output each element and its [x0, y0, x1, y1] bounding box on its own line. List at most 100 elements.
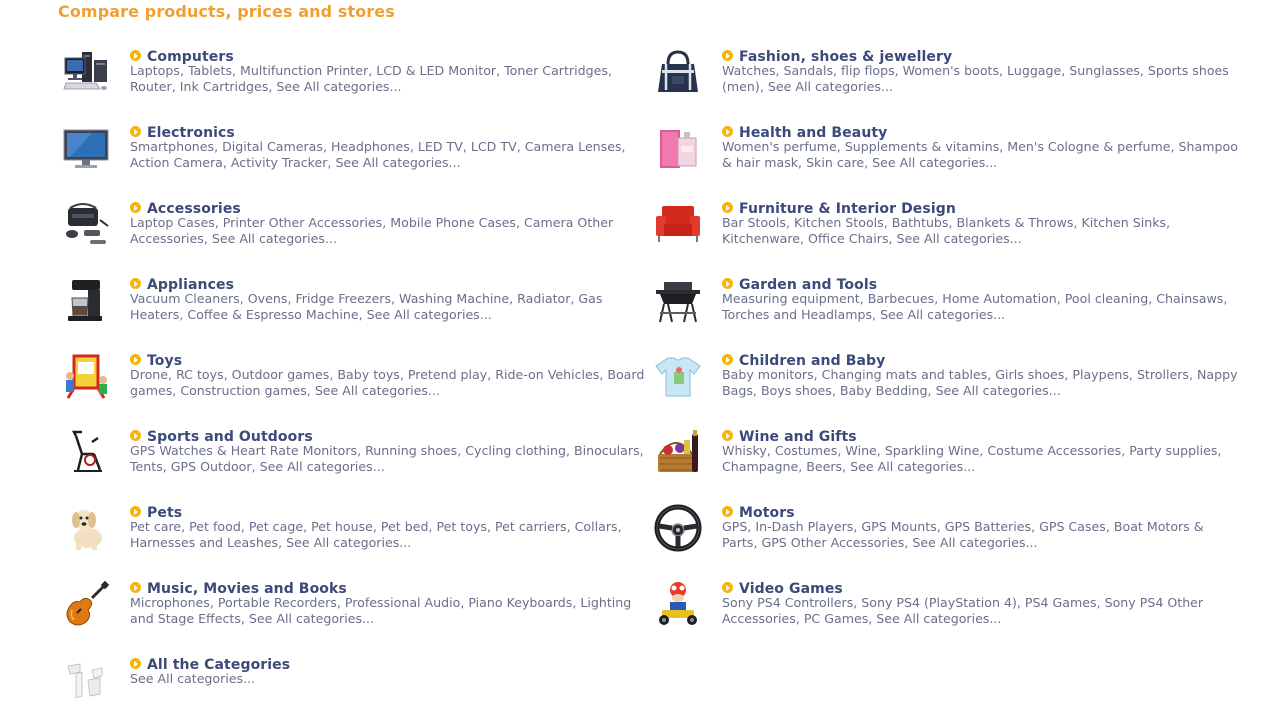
- subcategory-link[interactable]: Baby Bedding: [840, 383, 928, 398]
- subcategory-link[interactable]: Torches and Headlamps: [722, 307, 872, 322]
- subcategory-link[interactable]: GPS Outdoor: [171, 459, 252, 474]
- subcategory-link[interactable]: Laptop Cases: [130, 215, 215, 230]
- barbecue-grill-icon[interactable]: [654, 276, 702, 324]
- subcategory-link[interactable]: Camera Lenses: [525, 139, 622, 154]
- subcategory-link[interactable]: Drone: [130, 367, 168, 382]
- subcategory-link[interactable]: Running shoes: [365, 443, 457, 458]
- see-all-categories-link[interactable]: See All categories...: [880, 307, 1005, 322]
- subcategory-link[interactable]: Women's boots: [903, 63, 999, 78]
- subcategory-link[interactable]: Pet care: [130, 519, 181, 534]
- subcategory-link[interactable]: Washing Machine: [399, 291, 509, 306]
- subcategory-link[interactable]: Blankets & Throws: [957, 215, 1074, 230]
- subcategory-link[interactable]: Sony PS4 Controllers: [722, 595, 853, 610]
- subcategory-link[interactable]: Boys shoes: [761, 383, 832, 398]
- subcategory-link[interactable]: Strollers: [1137, 367, 1189, 382]
- subcategory-link[interactable]: Piano Keyboards: [468, 595, 572, 610]
- puppy-icon[interactable]: [62, 504, 110, 552]
- subcategory-link[interactable]: GPS Cases: [1039, 519, 1106, 534]
- subcategory-link[interactable]: Beers: [806, 459, 842, 474]
- handbag-icon[interactable]: [654, 48, 702, 96]
- subcategory-link[interactable]: Luggage: [1007, 63, 1061, 78]
- see-all-categories-link[interactable]: See All categories...: [315, 383, 440, 398]
- subcategory-link[interactable]: Whisky: [722, 443, 767, 458]
- see-all-categories-link[interactable]: See All categories...: [249, 611, 374, 626]
- coffee-maker-icon[interactable]: [62, 276, 110, 324]
- subcategory-link[interactable]: Bathtubs: [892, 215, 949, 230]
- steering-wheel-icon[interactable]: [654, 504, 702, 552]
- subcategory-link[interactable]: RC toys: [176, 367, 224, 382]
- subcategory-link[interactable]: Fridge Freezers: [295, 291, 391, 306]
- subcategory-link[interactable]: Pet toys: [437, 519, 488, 534]
- subcategory-link[interactable]: Measuring equipment: [722, 291, 860, 306]
- subcategory-link[interactable]: Toner Cartridges: [504, 63, 608, 78]
- subcategory-link[interactable]: Pet food: [189, 519, 241, 534]
- subcategory-link[interactable]: Cycling clothing: [465, 443, 566, 458]
- subcategory-link[interactable]: LED TV: [418, 139, 463, 154]
- see-all-categories-link[interactable]: See All categories...: [367, 307, 492, 322]
- see-all-categories-link[interactable]: See All categories...: [130, 671, 255, 686]
- see-all-categories-link[interactable]: See All categories...: [276, 79, 401, 94]
- subcategory-link[interactable]: Outdoor games: [232, 367, 330, 382]
- subcategory-link[interactable]: In-Dash Players: [755, 519, 853, 534]
- subcategory-link[interactable]: Girls shoes: [995, 367, 1064, 382]
- subcategory-link[interactable]: Radiator: [517, 291, 570, 306]
- subcategory-link[interactable]: Vacuum Cleaners: [130, 291, 240, 306]
- subcategory-link[interactable]: Printer Other Accessories: [223, 215, 382, 230]
- subcategory-link[interactable]: Kitchen Stools: [794, 215, 884, 230]
- subcategory-link[interactable]: Barbecues: [868, 291, 935, 306]
- electric-guitar-icon[interactable]: [62, 580, 110, 628]
- subcategory-link[interactable]: Sparkling Wine: [885, 443, 980, 458]
- subcategory-link[interactable]: Costumes: [775, 443, 838, 458]
- subcategory-link[interactable]: Bar Stools: [722, 215, 786, 230]
- subcategory-link[interactable]: Playpens: [1072, 367, 1129, 382]
- subcategory-link[interactable]: Sunglasses: [1069, 63, 1140, 78]
- kart-racer-icon[interactable]: [654, 580, 702, 628]
- see-all-categories-link[interactable]: See All categories...: [260, 459, 385, 474]
- subcategory-link[interactable]: Portable Recorders: [218, 595, 337, 610]
- subcategory-link[interactable]: Office Chairs: [808, 231, 889, 246]
- subcategory-link[interactable]: Activity Tracker: [231, 155, 328, 170]
- subcategory-link[interactable]: Action Camera: [130, 155, 223, 170]
- subcategory-link[interactable]: flip flops: [841, 63, 895, 78]
- subcategory-link[interactable]: Collars: [575, 519, 618, 534]
- subcategory-link[interactable]: Baby toys: [337, 367, 399, 382]
- toy-easel-icon[interactable]: [62, 352, 110, 400]
- see-all-categories-link[interactable]: See All categories...: [876, 611, 1001, 626]
- subcategory-link[interactable]: Baby monitors: [722, 367, 814, 382]
- subcategory-link[interactable]: Pet house: [311, 519, 373, 534]
- subcategory-link[interactable]: Supplements & vitamins: [845, 139, 999, 154]
- subcategory-link[interactable]: Changing mats and tables: [822, 367, 988, 382]
- camera-bag-icon[interactable]: [62, 200, 110, 248]
- subcategory-link[interactable]: Pet bed: [381, 519, 429, 534]
- subcategory-link[interactable]: Party supplies: [1129, 443, 1217, 458]
- see-all-categories-link[interactable]: See All categories...: [850, 459, 975, 474]
- subcategory-link[interactable]: Men's Cologne & perfume: [1007, 139, 1170, 154]
- subcategory-link[interactable]: GPS Watches & Heart Rate Monitors: [130, 443, 357, 458]
- subcategory-link[interactable]: Coffee & Espresso Machine: [187, 307, 358, 322]
- subcategory-link[interactable]: Smartphones: [130, 139, 214, 154]
- subcategory-link[interactable]: GPS Mounts: [861, 519, 936, 534]
- subcategory-link[interactable]: Pet carriers: [495, 519, 567, 534]
- subcategory-link[interactable]: Skin care: [806, 155, 864, 170]
- all-categories-icon[interactable]: [62, 656, 110, 704]
- see-all-categories-link[interactable]: See All categories...: [912, 535, 1037, 550]
- subcategory-link[interactable]: Mobile Phone Cases: [390, 215, 516, 230]
- see-all-categories-link[interactable]: See All categories...: [936, 383, 1061, 398]
- subcategory-link[interactable]: Pet cage: [249, 519, 303, 534]
- subcategory-link[interactable]: Pretend play: [408, 367, 487, 382]
- see-all-categories-link[interactable]: See All categories...: [212, 231, 337, 246]
- baby-shirt-icon[interactable]: [654, 352, 702, 400]
- armchair-icon[interactable]: [654, 200, 702, 248]
- subcategory-link[interactable]: GPS: [722, 519, 747, 534]
- subcategory-link[interactable]: PS4 Games: [1025, 595, 1097, 610]
- subcategory-link[interactable]: Multifunction Printer: [240, 63, 368, 78]
- wine-gift-basket-icon[interactable]: [654, 428, 702, 476]
- subcategory-link[interactable]: Wine: [845, 443, 876, 458]
- subcategory-link[interactable]: PC Games: [804, 611, 868, 626]
- subcategory-link[interactable]: Tents: [130, 459, 163, 474]
- subcategory-link[interactable]: GPS Other Accessories: [761, 535, 904, 550]
- subcategory-link[interactable]: Harnesses and Leashes: [130, 535, 278, 550]
- see-all-categories-link[interactable]: See All categories...: [768, 79, 893, 94]
- exercise-bike-icon[interactable]: [62, 428, 110, 476]
- see-all-categories-link[interactable]: See All categories...: [335, 155, 460, 170]
